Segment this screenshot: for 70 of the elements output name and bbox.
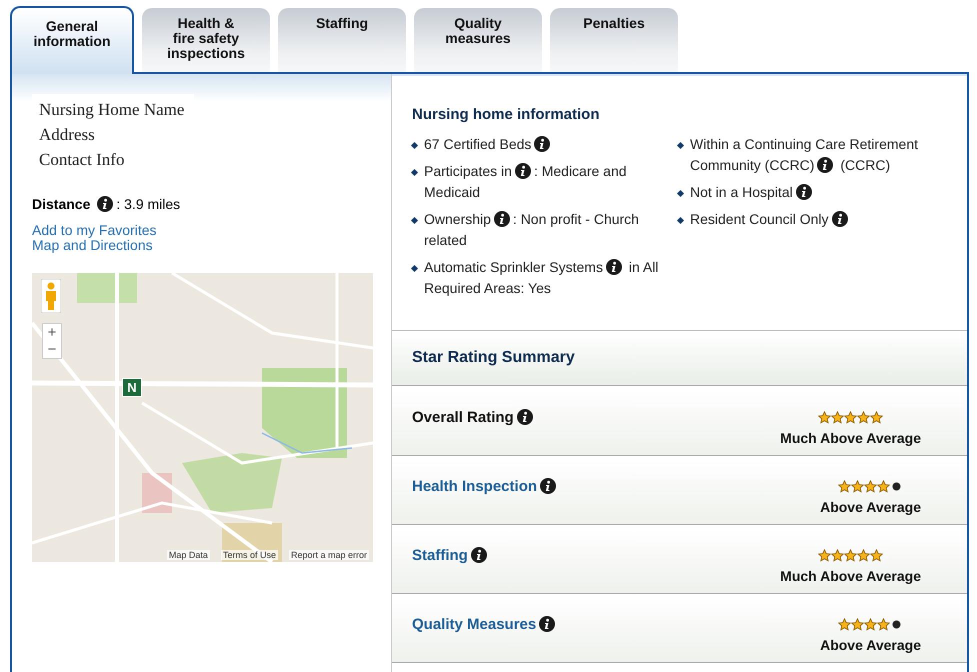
tab[interactable]: General information: [10, 6, 134, 74]
star-icon: [870, 410, 884, 424]
map-link[interactable]: Terms of Use: [220, 550, 278, 560]
bullet-icon: [676, 190, 684, 198]
link[interactable]: Add to my Favorites: [32, 223, 156, 238]
facility-detail: Nursing Home Name: [39, 100, 186, 120]
info-icon[interactable]: [832, 211, 848, 227]
info-item: 67 Certified Beds: [424, 134, 554, 155]
info-item: Not in a Hospital: [690, 182, 815, 203]
map-link[interactable]: Report a map error: [288, 550, 369, 560]
rating-link[interactable]: Quality Measures: [412, 616, 536, 632]
facility-detail: Contact Info: [39, 150, 126, 170]
bullet-icon: [410, 142, 418, 150]
rating-label: Overall Rating: [412, 408, 514, 426]
star-icon: [831, 548, 844, 562]
distance-value: : 3.9 miles: [116, 196, 180, 212]
info-icon[interactable]: [540, 478, 556, 494]
info-item: Ownership : Non profit - Church related: [424, 210, 640, 250]
map-marker[interactable]: N: [122, 378, 142, 397]
star-icon: [831, 410, 844, 424]
star-icon: [851, 618, 864, 630]
rating-text: Above Average: [820, 637, 921, 653]
info-icon[interactable]: [817, 157, 834, 173]
star-icon: [857, 548, 870, 562]
info-icon[interactable]: [606, 259, 622, 275]
tab[interactable]: Penalties: [550, 8, 678, 72]
link[interactable]: Map and Directions: [32, 238, 153, 253]
star-icon: [818, 548, 832, 562]
star-icon: [851, 480, 864, 492]
bullet-icon: [410, 216, 418, 224]
star-icon: [877, 480, 890, 492]
info-icon[interactable]: [514, 163, 531, 179]
star-icon: [844, 548, 858, 562]
rating-link[interactable]: Staffing: [412, 546, 468, 564]
info-icon[interactable]: [516, 409, 533, 425]
star-icon: [864, 480, 878, 492]
star-icon: [838, 480, 852, 492]
section-title: Nursing home information: [412, 106, 600, 123]
info-item: Automatic Sprinkler Systems in All Required Areas: Yes: [424, 258, 660, 298]
star-icon: [838, 618, 852, 630]
info-icon[interactable]: [539, 616, 556, 632]
info-icon[interactable]: [470, 547, 487, 563]
rating-text: Much Above Average: [780, 568, 921, 584]
bullet-icon: [676, 142, 684, 150]
map-link[interactable]: Map Data: [166, 550, 210, 560]
info-icon[interactable]: [97, 196, 114, 212]
info-item: Within a Continuing Care Retirement Community (CCRC) (CCRC): [690, 135, 919, 175]
star-icon: [857, 410, 870, 424]
bullet-icon: [410, 264, 418, 272]
info-item: Resident Council Only: [690, 209, 851, 230]
tab[interactable]: Staffing: [278, 8, 406, 72]
star-icon: [877, 618, 890, 630]
info-icon[interactable]: [494, 211, 510, 227]
tab[interactable]: Quality measures: [414, 8, 542, 72]
info-icon[interactable]: [534, 136, 550, 152]
star-icon: [844, 410, 858, 424]
rating-link[interactable]: Health Inspection: [412, 478, 538, 494]
info-item: Participates in : Medicare and Medicaid: [424, 162, 628, 202]
rating-text: Much Above Average: [780, 430, 921, 446]
rating-text: Above Average: [820, 499, 921, 515]
bullet-icon: [676, 216, 684, 224]
info-icon[interactable]: [796, 184, 812, 200]
bullet-icon: [410, 168, 418, 176]
star-icon: [870, 548, 884, 562]
summary-title: Star Rating Summary: [412, 349, 575, 367]
distance-label: Distance: [32, 196, 90, 212]
star-icon: [818, 410, 832, 424]
tab[interactable]: Health & fire safety inspections: [142, 8, 270, 72]
facility-detail: Address: [39, 125, 96, 145]
star-icon: [864, 618, 878, 630]
